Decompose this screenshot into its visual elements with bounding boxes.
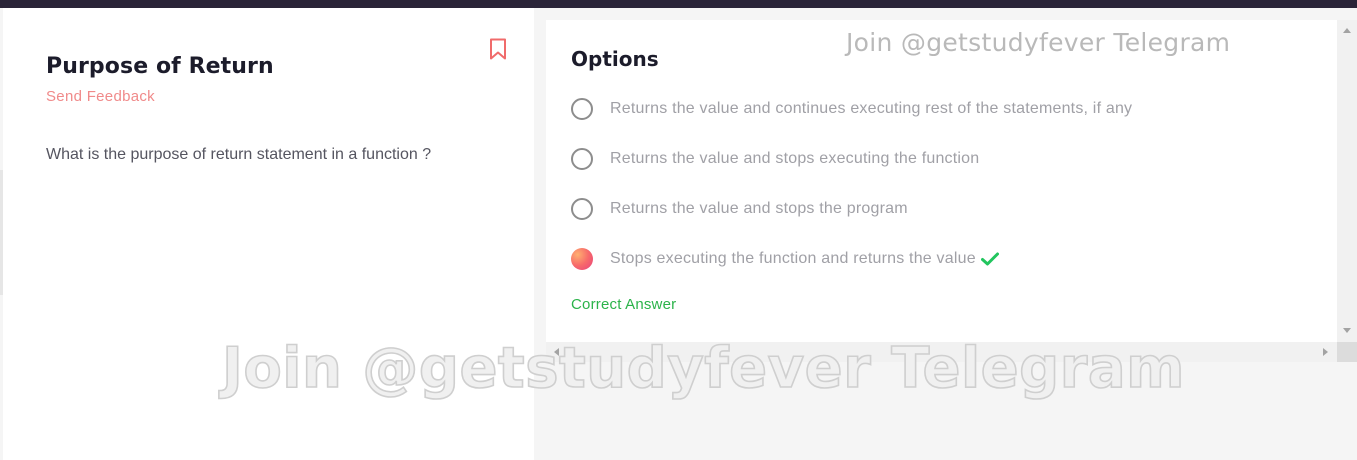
option-label: Returns the value and continues executin… [610,100,1133,117]
scrollbar-corner [1337,342,1357,362]
option-3[interactable]: Returns the value and stops the program [571,196,1291,222]
radio-button[interactable] [571,148,593,170]
radio-button-selected[interactable] [571,248,593,270]
scroll-down-icon[interactable] [1343,328,1351,333]
question-panel: Purpose of Return Send Feedback What is … [3,8,534,460]
top-bar [0,0,1357,8]
options-heading: Options [571,47,659,71]
scroll-right-icon[interactable] [1323,348,1328,356]
option-4[interactable]: Stops executing the function and returns… [571,246,1291,272]
question-title: Purpose of Return [46,54,274,79]
bookmark-icon[interactable] [489,38,507,60]
option-label: Returns the value and stops executing th… [610,150,980,167]
option-2[interactable]: Returns the value and stops executing th… [571,146,1291,172]
option-label: Stops executing the function and returns… [610,250,976,267]
checkmark-icon [980,252,999,266]
scroll-left-icon[interactable] [554,348,559,356]
horizontal-scrollbar[interactable] [546,342,1337,362]
options-panel: Options Returns the value and continues … [546,20,1337,342]
question-text: What is the purpose of return statement … [46,146,432,163]
send-feedback-link[interactable]: Send Feedback [46,88,155,105]
radio-button[interactable] [571,98,593,120]
vertical-scrollbar[interactable] [1337,20,1357,342]
correct-answer-label: Correct Answer [571,296,677,313]
option-label: Returns the value and stops the program [610,200,908,217]
scroll-up-icon[interactable] [1343,28,1351,33]
option-1[interactable]: Returns the value and continues executin… [571,96,1291,122]
radio-button[interactable] [571,198,593,220]
